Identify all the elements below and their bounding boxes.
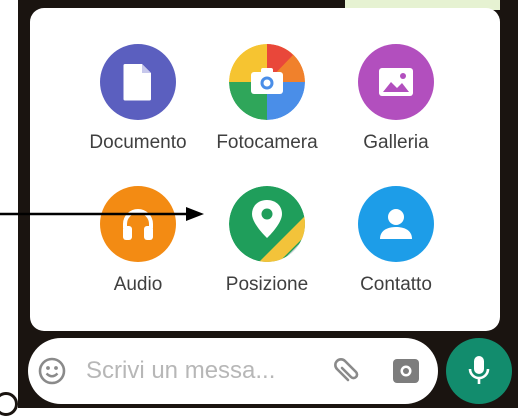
document-icon bbox=[100, 44, 176, 120]
voice-message-button[interactable] bbox=[446, 338, 512, 404]
attach-contact-button[interactable]: Contatto bbox=[326, 186, 466, 316]
attach-location-button[interactable]: Posizione bbox=[197, 186, 337, 316]
attach-camera-button[interactable]: Fotocamera bbox=[197, 44, 337, 174]
location-pin-icon bbox=[229, 186, 305, 262]
message-composer bbox=[28, 338, 438, 404]
attach-camera-label: Fotocamera bbox=[216, 132, 318, 153]
edge-circle-fragment bbox=[0, 392, 18, 416]
attachment-menu: Documento Fotocamera Galleria Audio Posi… bbox=[30, 8, 500, 331]
emoji-icon[interactable] bbox=[38, 357, 66, 385]
annotation-arrow bbox=[0, 207, 204, 221]
message-input[interactable] bbox=[86, 352, 326, 390]
attach-audio-label: Audio bbox=[113, 274, 163, 295]
whatsapp-screen: Documento Fotocamera Galleria Audio Posi… bbox=[0, 0, 518, 416]
camera-shortcut-icon[interactable] bbox=[392, 358, 420, 384]
attach-location-label: Posizione bbox=[225, 274, 309, 295]
attach-document-label: Documento bbox=[89, 132, 187, 153]
attach-contact-label: Contatto bbox=[360, 274, 432, 295]
attach-document-button[interactable]: Documento bbox=[68, 44, 208, 174]
attach-gallery-label: Galleria bbox=[363, 132, 429, 153]
attach-gallery-button[interactable]: Galleria bbox=[326, 44, 466, 174]
gallery-icon bbox=[358, 44, 434, 120]
camera-icon bbox=[229, 44, 305, 120]
attach-clip-icon[interactable] bbox=[332, 356, 362, 386]
microphone-icon bbox=[468, 356, 490, 384]
contact-person-icon bbox=[358, 186, 434, 262]
